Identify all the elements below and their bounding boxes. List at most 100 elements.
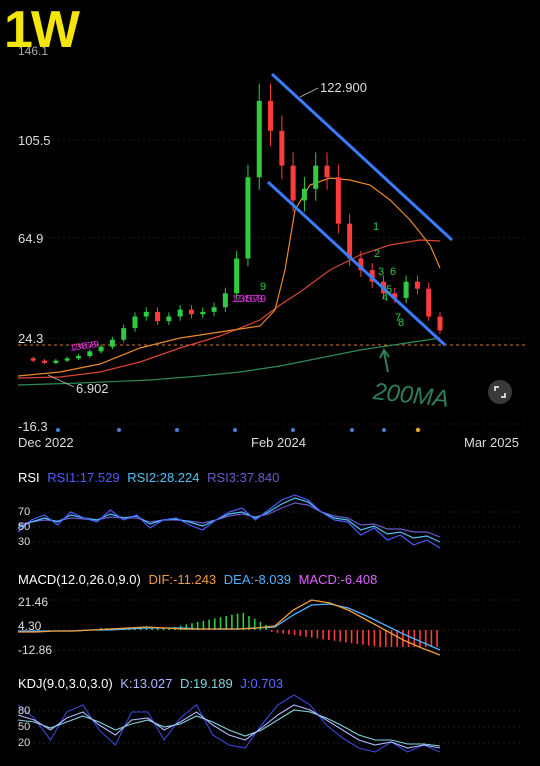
- macd-bar: [322, 630, 324, 640]
- macd-bar: [328, 630, 330, 640]
- candle-body: [347, 223, 353, 259]
- macd-bar: [214, 618, 216, 630]
- expand-icon: [494, 386, 506, 398]
- candle-body: [234, 258, 240, 294]
- rsi-tick: 70: [18, 506, 31, 518]
- macd-bar: [402, 630, 404, 647]
- macd-bar: [288, 630, 290, 635]
- candle-body: [222, 293, 228, 308]
- candle-body: [256, 100, 262, 178]
- candle-body: [211, 307, 217, 312]
- candle-body: [313, 165, 319, 189]
- macd-bar: [316, 630, 319, 639]
- td-count-1: 1: [373, 221, 380, 233]
- macd-bar: [276, 630, 279, 633]
- rsi3-value: RSI3:37.840: [207, 470, 280, 485]
- macd-bar: [231, 614, 233, 630]
- candle-body: [200, 311, 206, 315]
- td-count-4: 4: [382, 292, 389, 304]
- kdj-tick: 80: [18, 705, 31, 717]
- price-tick: 64.9: [18, 231, 44, 246]
- candle-body: [245, 177, 251, 259]
- date-tick: Mar 2025: [464, 435, 519, 450]
- candle-body: [155, 311, 161, 322]
- macd-grid: [18, 599, 522, 651]
- macd-bar: [305, 630, 307, 637]
- macd-tick: -12.86: [18, 643, 53, 657]
- price-tick-top: 146.1: [18, 44, 49, 58]
- macd-title: MACD(12.0,26.0,9.0): [18, 572, 141, 587]
- macd-bar: [436, 630, 438, 647]
- macd-bar: [362, 630, 364, 645]
- macd-bar: [385, 630, 387, 647]
- kdj-grid: [18, 710, 522, 744]
- td-count-2: 2: [374, 248, 381, 260]
- macd-bar: [271, 630, 273, 632]
- macd-value: MACD:-6.408: [298, 572, 378, 587]
- kdj-title: KDJ(9.0,3.0,3.0): [18, 676, 113, 691]
- macd-bar: [396, 630, 398, 647]
- macd-tick: 4.30: [18, 619, 42, 633]
- candle-body: [188, 309, 194, 315]
- rsi1-value: RSI1:17.529: [47, 470, 120, 485]
- macd-bar: [379, 630, 381, 647]
- kdj-d-value: D:19.189: [179, 676, 233, 691]
- rsi1-line: [17, 494, 441, 549]
- rsi-grid: [18, 511, 522, 543]
- lower-trendline: [266, 180, 447, 347]
- event-dots: [56, 428, 386, 432]
- price-tick: 24.3: [18, 331, 44, 346]
- candle-body: [437, 316, 443, 331]
- rsi-tick: 50: [18, 521, 31, 533]
- macd-title-row: MACD(12.0,26.0,9.0) DIF:-11.243 DEA:-8.0…: [18, 572, 381, 587]
- kdj-j-line: [17, 694, 441, 753]
- candle-body: [132, 316, 138, 329]
- td-count-3: 3: [378, 266, 385, 278]
- ma-annotation-arrow: [379, 348, 390, 373]
- date-tick: Dec 2022: [18, 435, 74, 450]
- upper-trendline: [270, 72, 454, 242]
- kdj-title-row: KDJ(9.0,3.0,3.0) K:13.027 D:19.189 J:0.7…: [18, 676, 287, 691]
- dea-line: [18, 603, 441, 651]
- candle-body: [30, 358, 36, 361]
- macd-tick: 21.46: [18, 595, 49, 609]
- date-tick: Feb 2024: [251, 435, 306, 450]
- candle-body: [98, 346, 104, 352]
- td-count-6: 6: [390, 266, 397, 278]
- candle-body: [166, 316, 172, 322]
- price-tick: -16.3: [18, 419, 48, 434]
- rsi2-value: RSI2:28.224: [127, 470, 200, 485]
- macd-bar: [333, 630, 336, 641]
- candle-body: [290, 165, 296, 201]
- rsi-tick: 30: [18, 536, 31, 548]
- candle-body: [279, 130, 285, 166]
- macd-bar: [356, 630, 359, 644]
- candle-body: [268, 100, 274, 131]
- candle-body: [64, 358, 70, 361]
- dif-line: [18, 599, 441, 656]
- candle-body: [335, 177, 341, 224]
- macd-bar: [373, 630, 376, 647]
- macd-bar: [282, 630, 284, 634]
- macd-bar: [225, 616, 227, 630]
- candle-body: [42, 360, 48, 363]
- low-price-label: 6.902: [76, 381, 109, 396]
- macd-bar: [430, 630, 433, 647]
- kdj-j-value: J:0.703: [240, 676, 283, 691]
- macd-bar: [345, 630, 347, 643]
- macd-bar: [350, 630, 353, 644]
- dea-value: DEA:-8.039: [223, 572, 291, 587]
- rsi-title: RSI: [18, 470, 40, 485]
- td-count-mid: 123456789: [232, 294, 266, 305]
- macd-bar: [242, 613, 245, 630]
- candle-body: [87, 351, 93, 356]
- candle-body: [177, 309, 183, 317]
- rsi3-line: [17, 502, 441, 538]
- candle-body: [75, 355, 81, 359]
- expand-button[interactable]: [488, 380, 512, 404]
- high-price-label: 122.900: [320, 80, 367, 95]
- candle-body: [109, 339, 115, 347]
- candlesticks: [30, 83, 443, 365]
- macd-bar: [310, 630, 313, 638]
- macd-bar: [367, 630, 370, 646]
